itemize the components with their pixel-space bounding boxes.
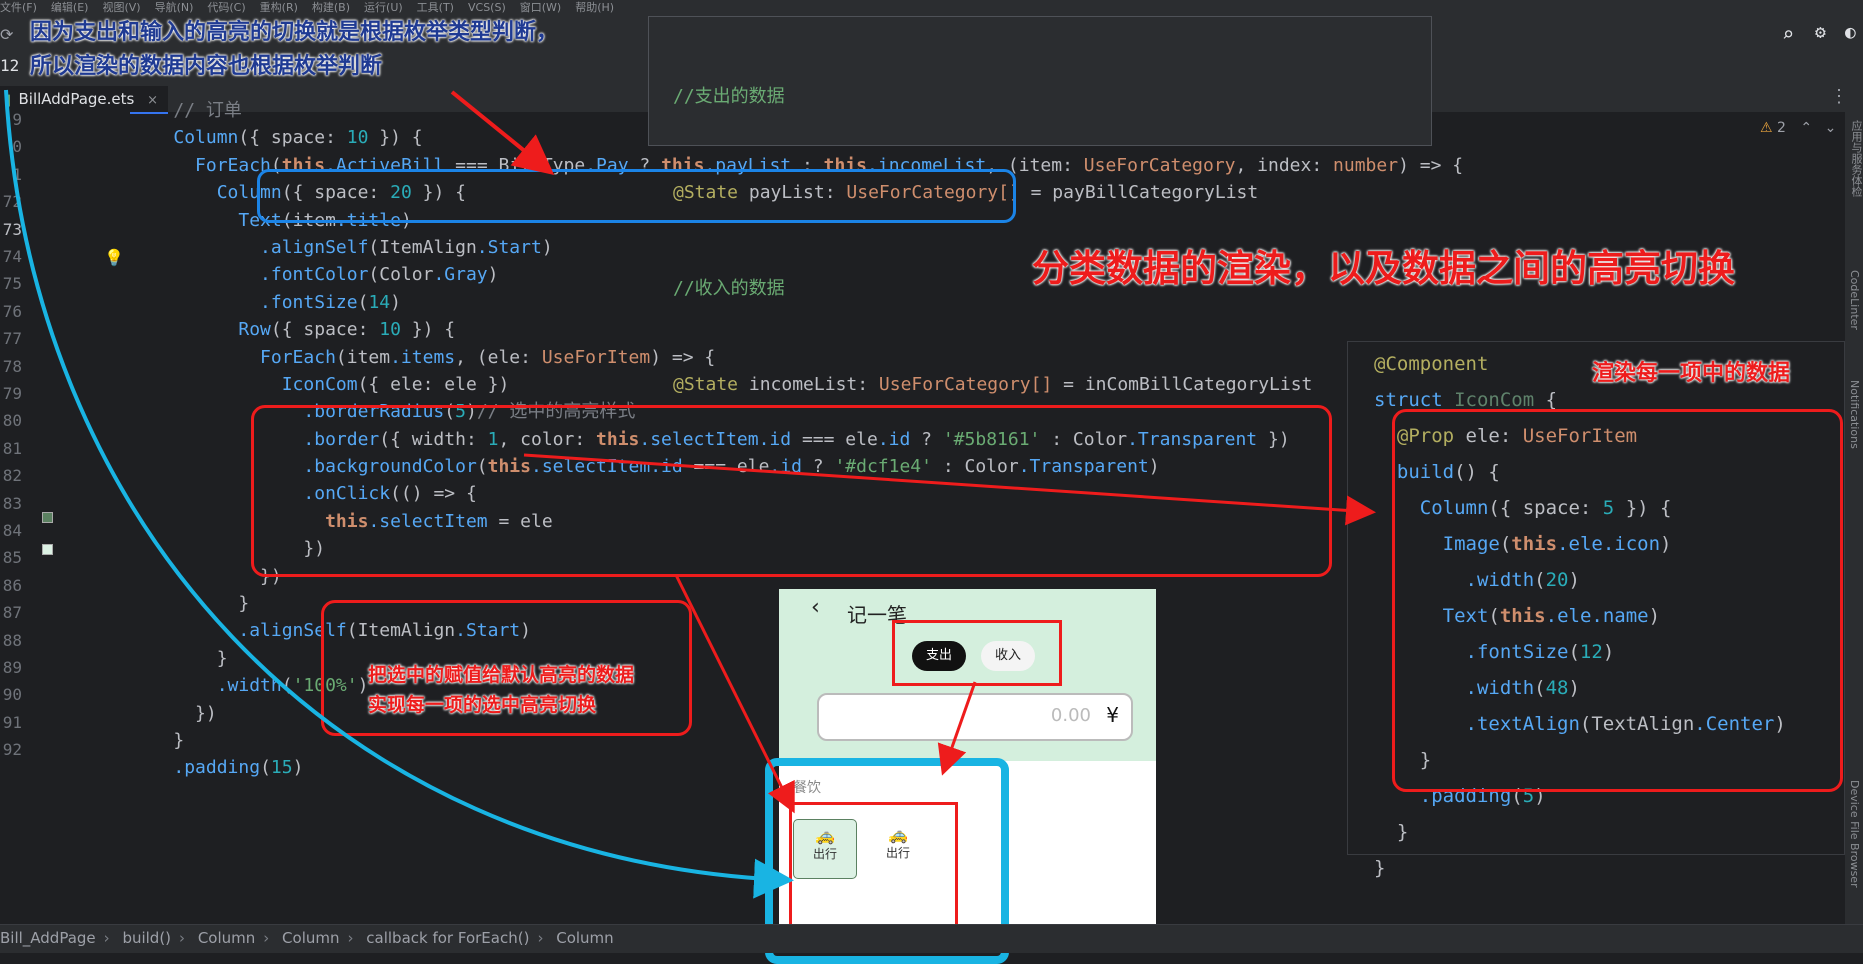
- breadcrumb-bar: Bill_AddPage › build() › Column › Column › c…: [0, 924, 1863, 953]
- breadcrumb: Bill_AddPage › build() › Column › Column › c…: [0, 929, 614, 947]
- breadcrumb-item[interactable]: callback for ForEach(): [366, 929, 529, 947]
- arrow-cyan: [4, 89, 794, 899]
- arrow-red: [450, 90, 555, 176]
- breadcrumb-item[interactable]: Column: [198, 929, 255, 947]
- breadcrumb-item[interactable]: Column: [556, 929, 613, 947]
- annotation-arrows: [4, 89, 1376, 899]
- arrow-red: [674, 574, 795, 814]
- arrow-red: [523, 453, 1376, 526]
- breadcrumb-item[interactable]: build(): [122, 929, 171, 947]
- arrow-red: [937, 681, 977, 776]
- breadcrumb-item[interactable]: Bill_AddPage: [0, 929, 96, 947]
- breadcrumb-item[interactable]: Column: [282, 929, 339, 947]
